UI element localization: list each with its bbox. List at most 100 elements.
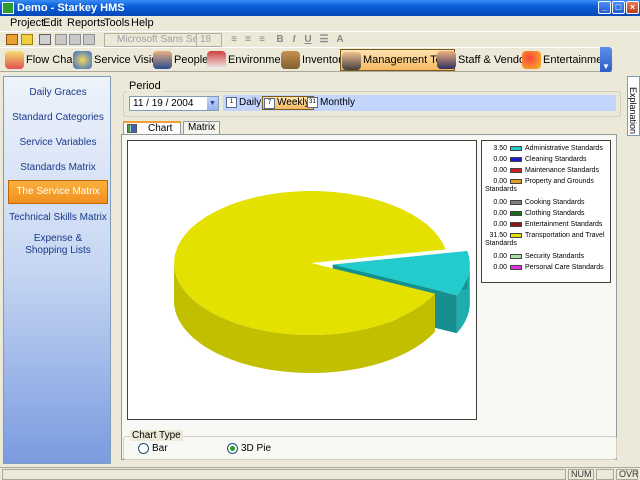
align-right-icon[interactable]: ≡ <box>256 34 268 46</box>
sidebar-item-standard-categories[interactable]: Standard Categories <box>8 112 108 124</box>
edit-icon[interactable] <box>69 34 81 45</box>
sidebar-item-standards-matrix[interactable]: Standards Matrix <box>8 162 108 174</box>
inventory-icon <box>281 51 300 69</box>
staff-icon <box>437 51 456 69</box>
bar-label: Bar <box>152 443 168 454</box>
maximize-button[interactable]: □ <box>612 1 625 14</box>
sidebar-item-daily-graces[interactable]: Daily Graces <box>8 87 108 99</box>
underline-icon[interactable]: U <box>302 34 314 46</box>
sidebar: Daily Graces Standard Categories Service… <box>3 76 111 464</box>
nav-people[interactable]: People <box>152 49 212 71</box>
add-icon[interactable] <box>55 34 67 45</box>
sidebar-item-service-variables[interactable]: Service Variables <box>8 137 108 149</box>
legend-swatch <box>510 210 522 216</box>
legend-entry: 0.00 Personal Care Standards <box>485 264 609 272</box>
nav-overflow-chevron-icon[interactable]: ▼ <box>600 47 612 72</box>
status-ovr: OVR <box>616 469 639 480</box>
app-icon <box>2 2 14 14</box>
legend-swatch <box>510 232 522 238</box>
menu-help[interactable]: Help <box>131 17 154 29</box>
print-icon[interactable] <box>39 34 51 45</box>
open-icon[interactable] <box>21 34 33 45</box>
house-icon <box>207 51 226 69</box>
font-size-combo[interactable]: 18 <box>196 33 222 47</box>
bullets-icon[interactable]: ☰ <box>318 34 330 46</box>
legend-entry: 0.00 Entertainment Standards <box>485 221 609 229</box>
menu-reports[interactable]: Reports <box>67 17 106 29</box>
period-daily-label: Daily <box>239 97 262 108</box>
legend-value: 0.00 <box>493 253 507 260</box>
status-bar: NUM OVR <box>0 467 640 480</box>
legend-label: Administrative Standards <box>525 145 603 152</box>
legend-swatch <box>510 178 522 184</box>
tab-matrix[interactable]: Matrix <box>183 121 221 135</box>
chart-type-frame <box>123 436 617 460</box>
menu-edit[interactable]: Edit <box>43 17 62 29</box>
menu-tools[interactable]: Tools <box>104 17 130 29</box>
status-num: NUM <box>568 469 594 480</box>
close-button[interactable]: × <box>626 1 639 14</box>
explanation-tab[interactable]: Explanation <box>627 76 640 136</box>
chevron-down-icon[interactable]: ▼ <box>207 97 218 110</box>
legend-value: 0.00 <box>493 178 507 185</box>
delete-icon[interactable] <box>83 34 95 45</box>
legend-value: 0.00 <box>493 221 507 228</box>
legend-swatch <box>510 264 522 270</box>
chart-frame <box>127 140 477 420</box>
chart-type-3dpie-radio[interactable]: 3D Pie <box>227 443 271 454</box>
chart-legend: 3.50 Administrative Standards 0.00 Cleaning… <box>481 140 611 283</box>
period-monthly-button[interactable]: 31 Monthly <box>306 96 358 110</box>
legend-label: Entertainment Standards <box>525 221 603 228</box>
calendar-icon: 1 <box>226 97 237 108</box>
sidebar-item-service-matrix[interactable]: The Service Matrix <box>8 180 108 204</box>
period-weekly-label: Weekly <box>277 97 310 108</box>
align-center-icon[interactable]: ≡ <box>242 34 254 46</box>
service-vision-icon <box>73 51 92 69</box>
status-caps <box>596 469 614 480</box>
chart-type-bar-radio[interactable]: Bar <box>138 443 168 454</box>
status-main <box>2 469 566 480</box>
align-left-icon[interactable]: ≡ <box>228 34 240 46</box>
font-size-value: 18 <box>200 34 212 45</box>
people-icon <box>153 51 172 69</box>
radio-dot <box>227 443 238 454</box>
sidebar-item-technical-skills-matrix[interactable]: Technical Skills Matrix <box>8 212 108 224</box>
radio-dot <box>138 443 149 454</box>
period-group: Period 11 / 19 / 2004 ▼ 1 Daily 7 Weekly… <box>119 80 621 117</box>
sidebar-item-expense-shopping[interactable]: Expense & Shopping Lists <box>14 233 102 257</box>
legend-swatch <box>510 253 522 259</box>
balloons-icon <box>522 51 541 69</box>
legend-entry: 0.00 Cooking Standards <box>485 199 609 207</box>
period-monthly-label: Monthly <box>320 97 356 108</box>
minimize-button[interactable]: _ <box>598 1 611 14</box>
font-color-icon[interactable]: A <box>334 34 346 46</box>
legend-value: 0.00 <box>493 156 507 163</box>
legend-value: 31.50 <box>489 232 507 239</box>
new-icon[interactable] <box>6 34 18 45</box>
legend-swatch <box>510 221 522 227</box>
bold-icon[interactable]: B <box>274 34 286 46</box>
legend-label: Maintenance Standards <box>525 167 599 174</box>
menu-project[interactable]: Project <box>10 17 44 29</box>
management-icon <box>342 52 361 70</box>
format-toolbar: Microsoft Sans Se 18 ≡ ≡ ≡ B I U ☰ A <box>0 31 640 47</box>
legend-value: 0.00 <box>493 199 507 206</box>
calendar-icon: 7 <box>264 98 275 109</box>
legend-label: Clothing Standards <box>525 210 585 217</box>
legend-swatch <box>510 156 522 162</box>
pie-chart <box>174 191 470 373</box>
title-bar: Demo - Starkey HMS _ □ × <box>0 0 640 16</box>
tab-chart-label: Chart <box>148 123 173 134</box>
italic-icon[interactable]: I <box>288 34 300 46</box>
chart-panel: 3.50 Administrative Standards 0.00 Cleaning… <box>121 134 617 460</box>
date-value: 11 / 19 / 2004 <box>133 98 194 109</box>
menu-bar: Project Edit Reports Tools Help <box>0 16 640 31</box>
flowchart-icon <box>5 51 24 69</box>
calendar-icon: 31 <box>307 97 318 108</box>
tab-matrix-label: Matrix <box>188 122 216 133</box>
period-date-field[interactable]: 11 / 19 / 2004 ▼ <box>129 96 219 111</box>
legend-entry: 0.00 Cleaning Standards <box>485 156 609 164</box>
legend-label: Personal Care Standards <box>525 264 604 271</box>
legend-label: Cleaning Standards <box>525 156 587 163</box>
period-daily-button[interactable]: 1 Daily <box>225 96 264 110</box>
